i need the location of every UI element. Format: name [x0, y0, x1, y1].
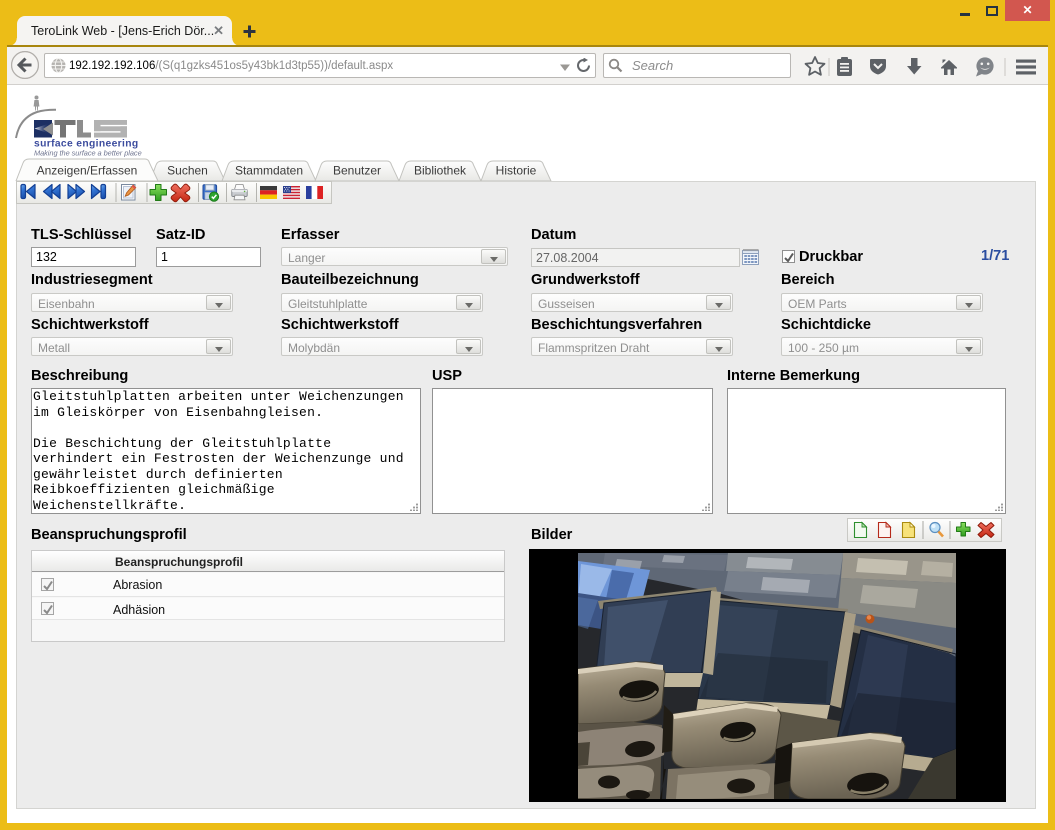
svg-text:Bibliothek: Bibliothek — [414, 164, 467, 178]
svg-text:Benutzer: Benutzer — [333, 164, 381, 178]
svg-text:Anzeigen/Erfassen: Anzeigen/Erfassen — [37, 164, 138, 178]
svg-text:Historie: Historie — [496, 164, 537, 178]
svg-text:Making the surface a better pl: Making the surface a better place — [34, 149, 142, 158]
svg-text:Suchen: Suchen — [167, 164, 208, 178]
svg-text:Stammdaten: Stammdaten — [235, 164, 303, 178]
